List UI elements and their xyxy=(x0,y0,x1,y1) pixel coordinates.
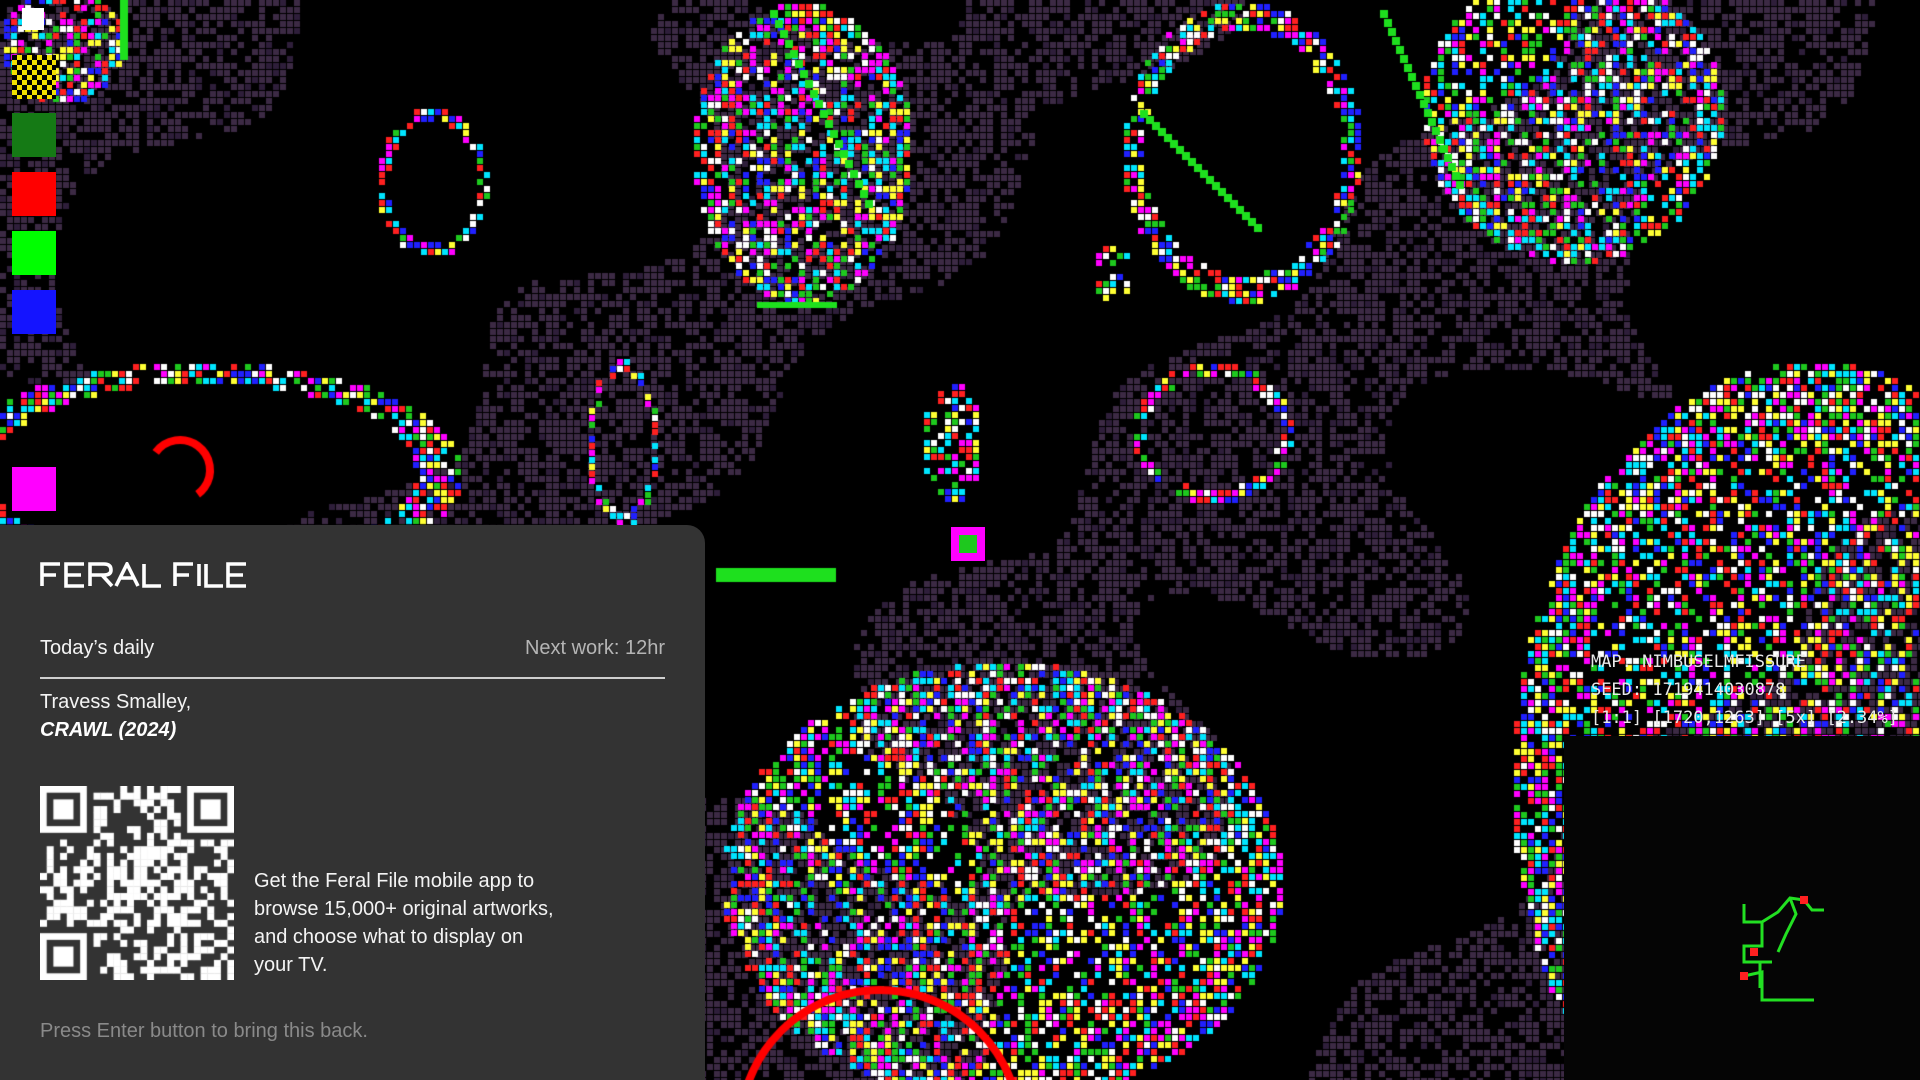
artist-name: Travess Smalley, xyxy=(40,691,192,713)
map-view-stats: [1:1] [1720,1263] [5x] [2.34%] xyxy=(1590,708,1898,728)
swatch-dark-green[interactable] xyxy=(12,113,56,157)
app-promo-text: Get the Feral File mobile app to browse … xyxy=(254,870,554,976)
next-work-countdown: Next work: 12hr xyxy=(524,637,665,659)
swatch-green[interactable] xyxy=(12,231,56,275)
swatch-red[interactable] xyxy=(12,172,56,216)
daily-header: Today’s daily Next work: 12hr xyxy=(40,637,665,679)
minimap-creature-icon xyxy=(1740,896,1824,1002)
minimap xyxy=(1564,736,1920,1080)
enter-hint-text: Press Enter button to bring this back. xyxy=(40,1020,368,1042)
selected-cell-marker xyxy=(951,527,985,561)
map-seed: SEED: 1719414030878 xyxy=(1590,680,1786,700)
feral-file-logo xyxy=(40,559,265,593)
swatch-white[interactable] xyxy=(22,8,44,30)
map-info-overlay: MAP: NIMBUSELMFISSURE SEED: 1719414030878… xyxy=(1591,648,1898,732)
map-name: MAP: NIMBUSELMFISSURE xyxy=(1590,652,1806,672)
swatch-checker[interactable] xyxy=(12,55,56,99)
swatch-magenta[interactable] xyxy=(12,467,56,511)
artwork-title: CRAWL (2024) xyxy=(40,719,177,741)
todays-daily-label: Today’s daily xyxy=(40,637,155,659)
feral-file-info-panel: Today’s daily Next work: 12hr Travess Sm… xyxy=(0,525,705,1080)
swatch-blue[interactable] xyxy=(12,290,56,334)
qr-code xyxy=(40,786,234,980)
